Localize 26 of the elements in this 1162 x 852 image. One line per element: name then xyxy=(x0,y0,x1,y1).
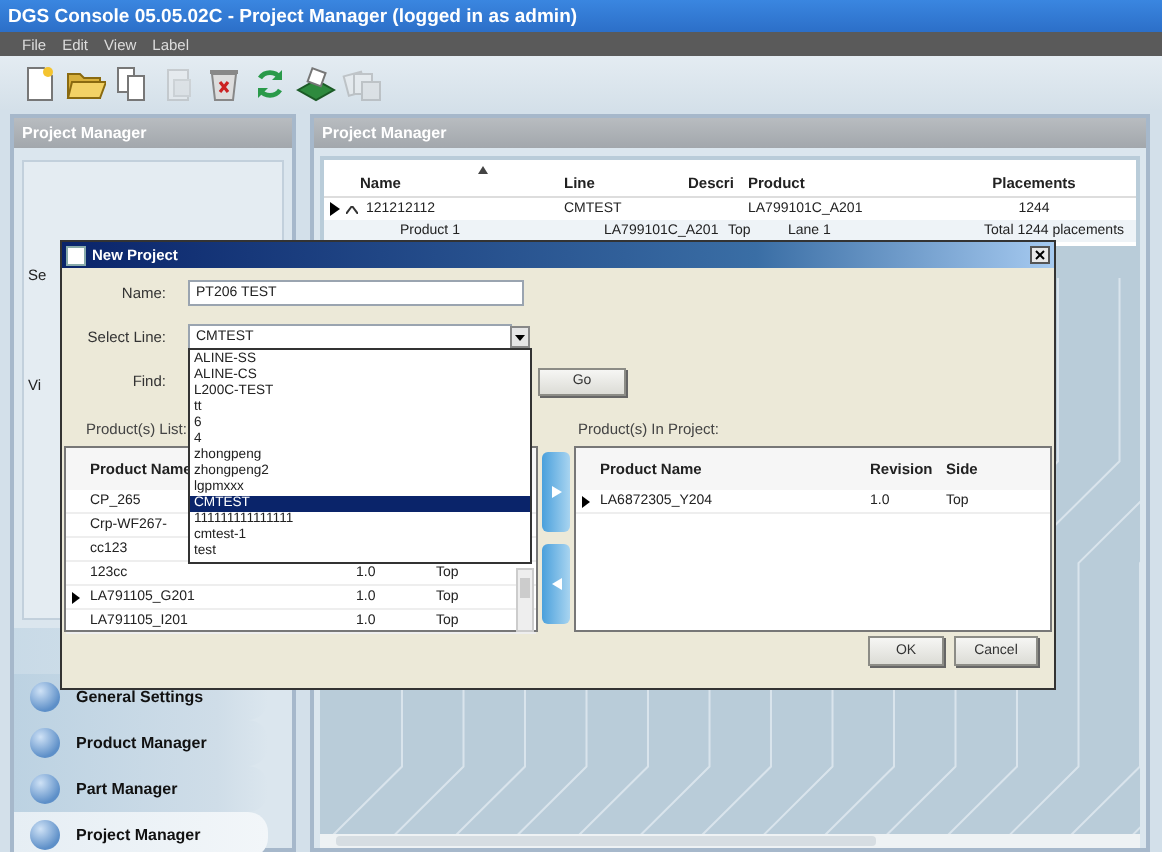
panel-header: Project Manager xyxy=(14,118,292,148)
panel-header: Project Manager xyxy=(314,118,1146,148)
current-row-icon xyxy=(582,495,590,507)
current-row-icon xyxy=(329,202,339,216)
window-title: DGS Console 05.05.02C - Project Manager (logged in as admin) xyxy=(8,5,578,27)
collapse-icon[interactable] xyxy=(346,205,358,213)
nav-label: General Settings xyxy=(76,688,204,706)
right-arrow-icon xyxy=(551,486,561,498)
circuit-board-icon[interactable] xyxy=(296,63,336,103)
nav-label: Part Manager xyxy=(76,780,178,798)
nav-label: Product Manager xyxy=(76,734,207,752)
left-arrow-icon xyxy=(551,578,561,590)
add-button[interactable] xyxy=(542,452,570,532)
sphere-icon xyxy=(30,774,60,804)
sphere-icon xyxy=(30,820,60,850)
nav-item[interactable]: Project Manager xyxy=(14,812,268,852)
sphere-icon xyxy=(30,728,60,758)
current-row-icon xyxy=(72,591,80,603)
window-icon xyxy=(66,245,86,265)
horizontal-scrollbar[interactable] xyxy=(320,834,1140,848)
close-icon[interactable] xyxy=(1030,246,1050,264)
sphere-icon xyxy=(30,682,60,712)
remove-button[interactable] xyxy=(542,544,570,624)
nav-label: Project Manager xyxy=(76,826,201,844)
sort-arrow-icon xyxy=(478,166,488,174)
vertical-scrollbar[interactable] xyxy=(516,568,534,632)
